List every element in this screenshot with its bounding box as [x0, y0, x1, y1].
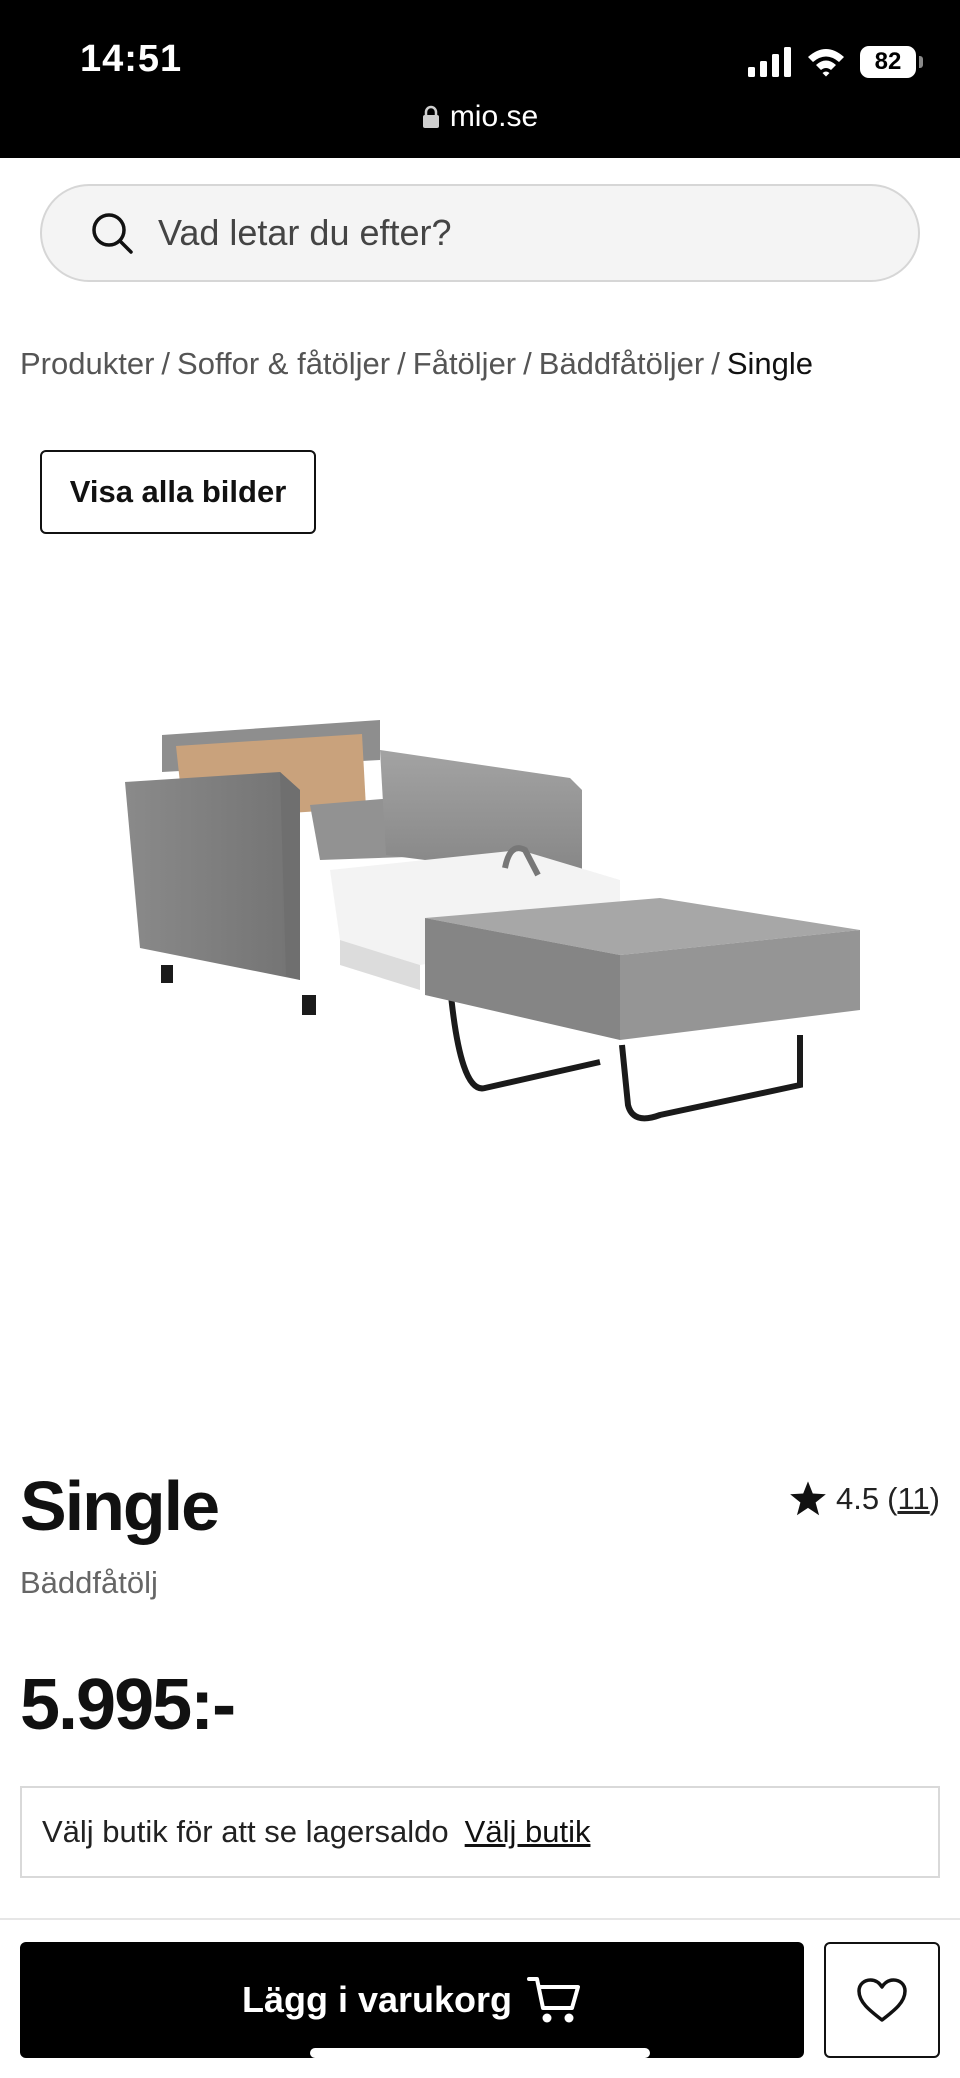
battery-level: 82: [874, 48, 902, 75]
rating-paren-open: (: [887, 1481, 898, 1516]
divider: [0, 1918, 960, 1920]
heart-icon: [857, 1978, 907, 2022]
search-placeholder: Vad letar du efter?: [158, 212, 452, 253]
rating-count-link[interactable]: 11: [897, 1481, 929, 1517]
cart-icon: [527, 1977, 581, 2023]
product-price: 5.995:-: [20, 1665, 236, 1745]
show-all-images-button[interactable]: Visa alla bilder: [40, 450, 316, 534]
add-to-cart-label: Lägg i varukorg: [241, 1979, 513, 2020]
product-subtitle: Bäddfåtölj: [20, 1565, 158, 1600]
rating-paren-close: ): [929, 1481, 940, 1516]
status-icons: 82: [748, 44, 923, 80]
wifi-icon: [808, 49, 844, 77]
status-bar: 14:51 82 mio.se: [0, 0, 960, 158]
lock-icon: [422, 105, 439, 128]
product-image[interactable]: [100, 690, 870, 1150]
product-rating[interactable]: 4.5 ( 11 ): [788, 1480, 940, 1518]
add-to-cart-button[interactable]: Lägg i varukorg: [20, 1942, 804, 2058]
breadcrumb-separator: /: [711, 346, 720, 381]
breadcrumb-item-baddfatoljer[interactable]: Bäddfåtöljer: [539, 346, 704, 382]
store-stock-text: Välj butik för att se lagersaldo: [42, 1814, 449, 1849]
choose-store-link[interactable]: Välj butik: [465, 1814, 591, 1850]
breadcrumb-item-fatoljer[interactable]: Fåtöljer: [413, 346, 516, 382]
signal-icon: [748, 47, 791, 77]
favorite-button[interactable]: [824, 1942, 940, 2058]
breadcrumb-current: Single: [726, 346, 814, 381]
breadcrumb-item-soffor[interactable]: Soffor & fåtöljer: [177, 346, 390, 382]
product-title: Single: [20, 1467, 220, 1545]
home-indicator: [310, 2048, 650, 2058]
status-time: 14:51: [80, 38, 183, 80]
star-icon: [790, 1481, 826, 1516]
breadcrumb-separator: /: [161, 346, 171, 381]
breadcrumb-separator: /: [397, 346, 406, 381]
rating-count-wrap: ( 11 ): [887, 1481, 940, 1517]
search-icon: [92, 213, 133, 254]
rating-value: 4.5: [836, 1481, 880, 1516]
url-bar[interactable]: mio.se: [0, 100, 960, 134]
search-input[interactable]: Vad letar du efter?: [40, 184, 920, 282]
breadcrumb-item-produkter[interactable]: Produkter: [20, 346, 154, 382]
url-text: mio.se: [449, 100, 539, 133]
battery-icon: 82: [860, 46, 923, 78]
breadcrumb: Produkter / Soffor & fåtöljer / Fåtöljer…: [20, 346, 813, 382]
breadcrumb-separator: /: [523, 346, 532, 381]
store-stock-box: Välj butik för att se lagersaldo Välj bu…: [20, 1786, 940, 1878]
